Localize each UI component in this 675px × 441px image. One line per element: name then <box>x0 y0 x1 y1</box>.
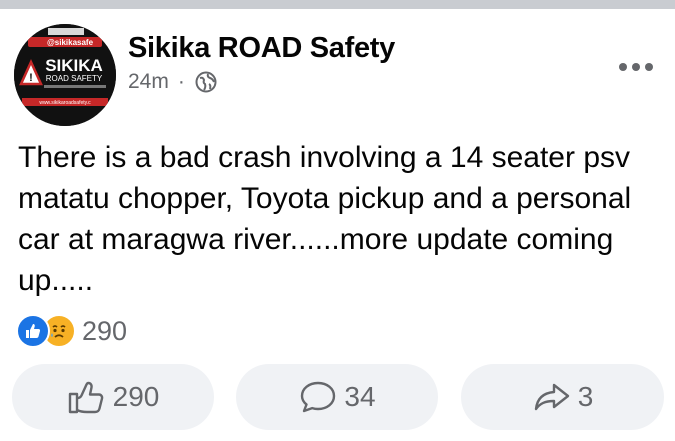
feed-divider <box>0 0 675 9</box>
page-name[interactable]: Sikika ROAD Safety <box>128 32 395 65</box>
share-count: 3 <box>577 381 594 412</box>
like-button[interactable]: 290 <box>12 364 214 430</box>
post-timestamp[interactable]: 24m <box>128 70 169 94</box>
like-count: 290 <box>112 381 160 412</box>
post-text: There is a bad crash involving a 14 seat… <box>18 141 632 297</box>
avatar-website: www.sikikaroadsafety.c <box>39 100 91 106</box>
svg-text:!: ! <box>29 72 33 84</box>
like-reaction-icon <box>16 314 50 348</box>
thumbs-up-icon <box>68 381 103 414</box>
comment-button[interactable]: 34 <box>236 364 438 430</box>
share-button[interactable]: 3 <box>461 364 664 430</box>
comment-count: 34 <box>344 381 376 412</box>
share-icon <box>534 383 569 411</box>
reactions-summary[interactable]: 290 <box>16 314 127 348</box>
avatar-brand: SIKIKA <box>45 56 103 75</box>
meta-separator: · <box>177 70 185 93</box>
page-avatar[interactable]: @sikikasafe ! SIKIKA ROAD SAFETY www.sik… <box>14 24 116 126</box>
comment-icon <box>301 381 336 413</box>
globe-icon <box>195 71 217 93</box>
more-horizontal-icon <box>619 63 627 71</box>
post-meta: 24m · <box>128 70 217 94</box>
sikika-logo: @sikikasafe ! SIKIKA ROAD SAFETY www.sik… <box>14 24 116 126</box>
more-options-button[interactable] <box>612 56 660 78</box>
reaction-count: 290 <box>82 315 128 346</box>
avatar-handle: @sikikasafe <box>47 38 94 47</box>
avatar-brand-sub: ROAD SAFETY <box>46 74 103 83</box>
